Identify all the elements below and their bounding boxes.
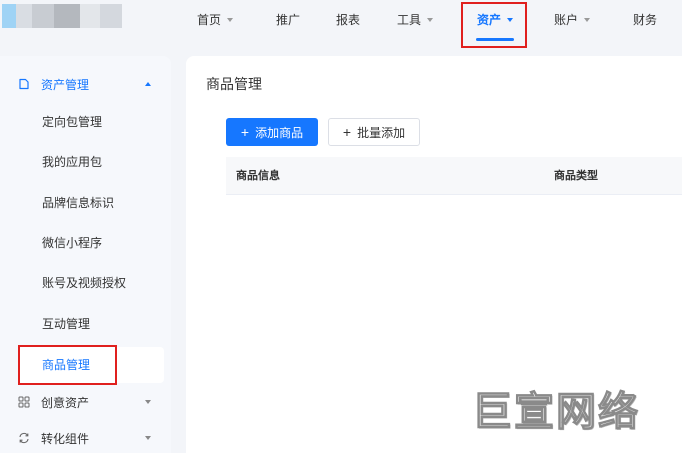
sidebar-item-brand-identity[interactable]: 品牌信息标识 <box>18 185 164 221</box>
nav-account[interactable]: 账户 <box>554 0 591 40</box>
nav-label: 推广 <box>276 13 301 27</box>
logo-block <box>54 4 80 28</box>
sidebar-item-my-app-package[interactable]: 我的应用包 <box>18 144 164 180</box>
sidebar-group-asset-management[interactable]: 资产管理 <box>0 66 171 102</box>
asset-icon <box>17 77 31 91</box>
sidebar-item-label: 微信小程序 <box>42 236 103 250</box>
logo-block <box>80 4 100 28</box>
top-navigation: 首页 推广 报表 工具 资产 账户 财务 <box>0 0 682 52</box>
nav-label: 工具 <box>397 13 422 27</box>
sidebar: 资产管理 定向包管理 我的应用包 品牌信息标识 微信小程序 账号及视频授权 互动… <box>0 56 171 453</box>
sidebar-item-account-video-auth[interactable]: 账号及视频授权 <box>18 265 164 301</box>
sidebar-item-label: 互动管理 <box>42 317 91 331</box>
nav-label: 账户 <box>554 13 579 27</box>
logo-block <box>100 4 122 28</box>
convert-icon <box>17 431 31 445</box>
chevron-down-icon <box>145 436 151 440</box>
nav-tools[interactable]: 工具 <box>397 0 434 40</box>
nav-reports[interactable]: 报表 <box>336 0 360 40</box>
chevron-down-icon <box>227 18 234 22</box>
sidebar-group-creative-assets[interactable]: 创意资产 <box>0 384 171 420</box>
sidebar-group-label: 转化组件 <box>41 431 90 446</box>
button-label: 批量添加 <box>357 125 406 140</box>
brand-logo[interactable] <box>2 4 122 28</box>
sidebar-item-label: 品牌信息标识 <box>42 196 115 210</box>
chevron-down-icon <box>427 18 434 22</box>
sidebar-item-targeting-package[interactable]: 定向包管理 <box>18 104 164 140</box>
nav-promotion[interactable]: 推广 <box>276 0 300 40</box>
logo-block <box>32 4 54 28</box>
sidebar-group-label: 资产管理 <box>41 77 90 92</box>
grid-icon <box>17 395 31 409</box>
add-product-button[interactable]: + 添加商品 <box>226 118 318 146</box>
chevron-down-icon <box>145 400 151 404</box>
logo-block <box>16 4 32 28</box>
sidebar-item-product-management[interactable]: 商品管理 <box>18 347 164 383</box>
sidebar-item-label: 账号及视频授权 <box>42 276 127 290</box>
nav-label: 财务 <box>633 13 658 27</box>
column-header-product-type: 商品类型 <box>554 170 598 182</box>
sidebar-group-conversion-components[interactable]: 转化组件 <box>0 420 171 453</box>
nav-home[interactable]: 首页 <box>197 0 234 40</box>
nav-assets[interactable]: 资产 <box>477 0 514 40</box>
nav-active-indicator <box>476 38 514 41</box>
nav-label: 首页 <box>197 13 222 27</box>
batch-add-button[interactable]: + 批量添加 <box>328 118 420 146</box>
chevron-down-icon <box>584 18 591 22</box>
column-header-product-info: 商品信息 <box>236 170 280 182</box>
plus-icon: + <box>342 124 352 140</box>
sidebar-item-interaction-management[interactable]: 互动管理 <box>18 306 164 342</box>
page-title: 商品管理 <box>206 76 262 92</box>
sidebar-group-label: 创意资产 <box>41 395 90 410</box>
watermark: 巨宣网络 <box>471 388 640 435</box>
sidebar-item-label: 我的应用包 <box>42 155 103 169</box>
sidebar-item-label: 定向包管理 <box>42 115 103 129</box>
nav-finance[interactable]: 财务 <box>633 0 657 40</box>
sidebar-item-label: 商品管理 <box>42 358 91 372</box>
chevron-up-icon <box>145 82 151 86</box>
plus-icon: + <box>240 124 250 140</box>
sidebar-item-wechat-miniprogram[interactable]: 微信小程序 <box>18 225 164 261</box>
nav-label: 报表 <box>336 13 361 27</box>
nav-label: 资产 <box>477 13 502 27</box>
button-label: 添加商品 <box>255 125 304 140</box>
chevron-down-icon <box>507 18 514 22</box>
logo-block <box>2 4 16 28</box>
table-header: 商品信息 商品类型 <box>226 157 682 195</box>
